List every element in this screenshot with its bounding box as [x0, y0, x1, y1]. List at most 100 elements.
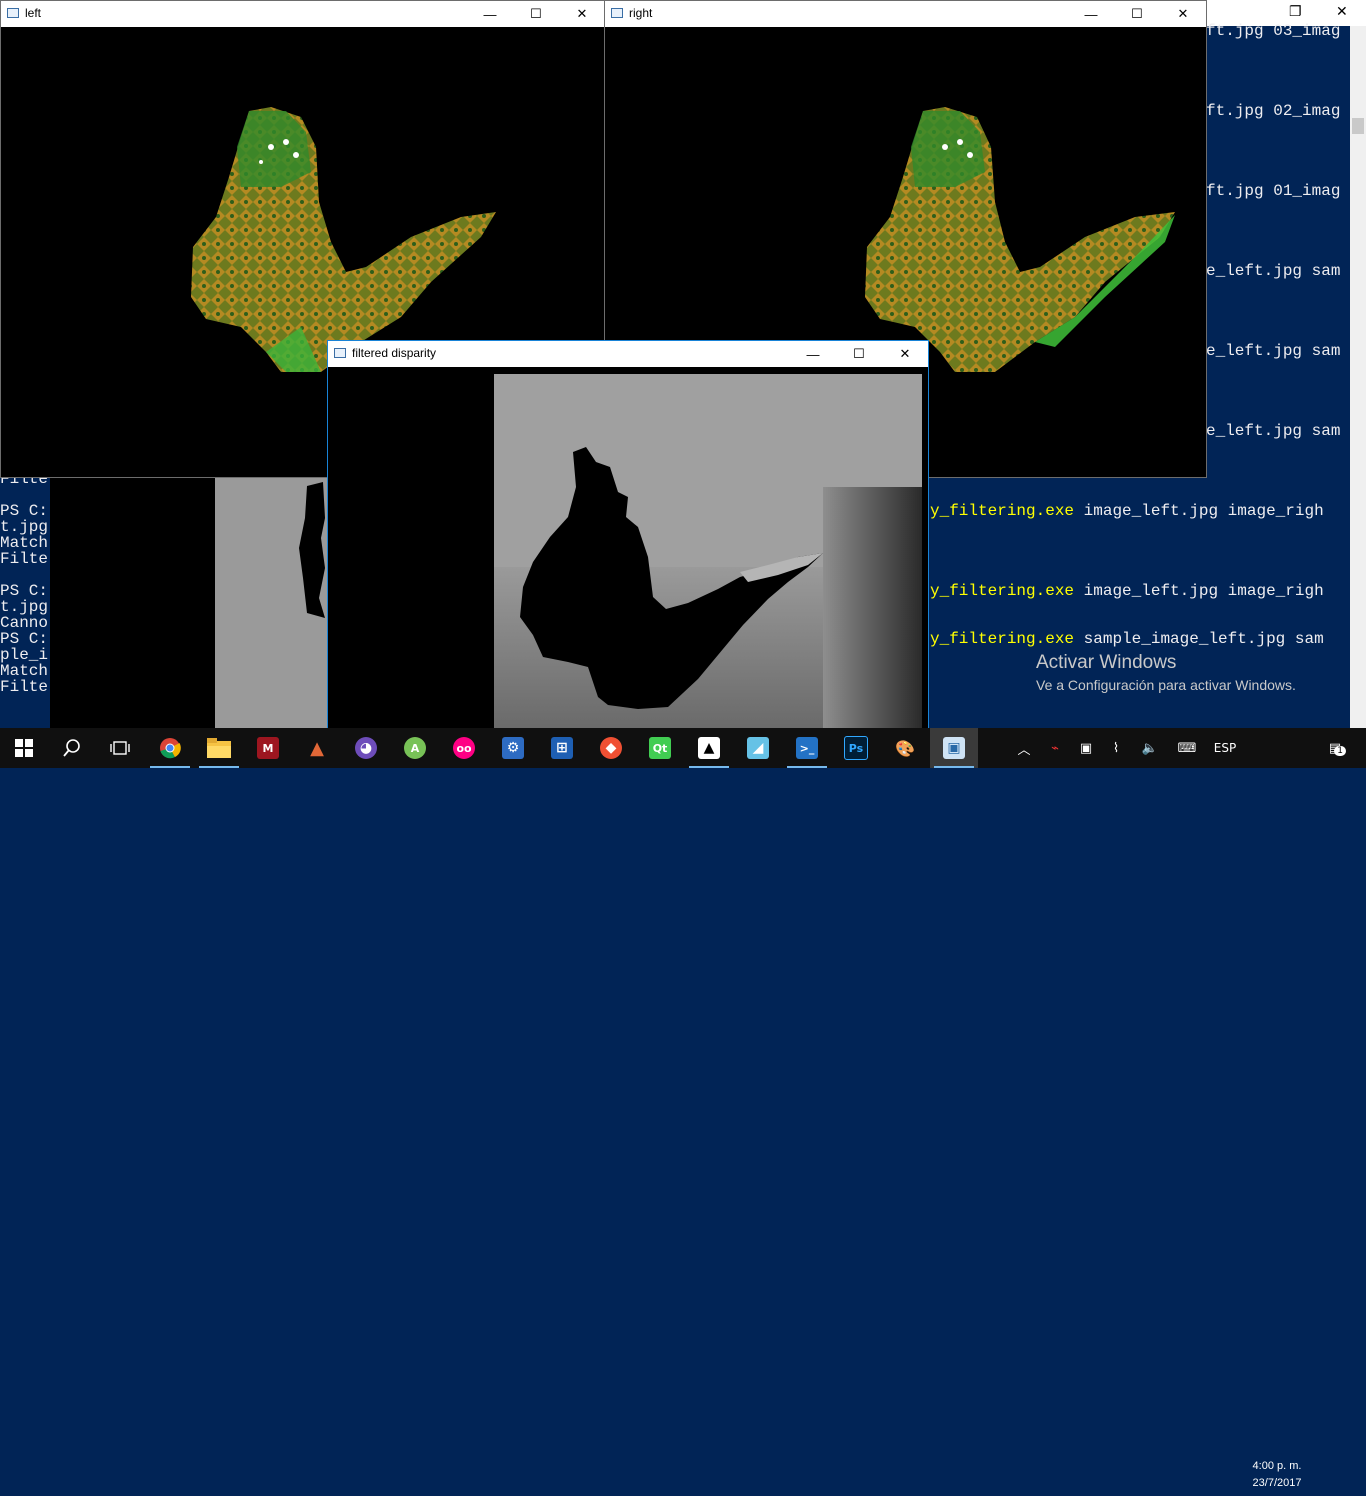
git-icon: ◆	[600, 737, 622, 759]
exe-args: sample_image_left.jpg sam	[1074, 630, 1324, 648]
window-title: left	[25, 6, 42, 20]
close-button[interactable]: ✕	[1160, 1, 1206, 27]
chrome-icon	[160, 738, 181, 759]
taskbar-app-powershell[interactable]: >_	[783, 728, 831, 768]
taskbar-app-network[interactable]: ⚙	[489, 728, 537, 768]
volume-tray-icon[interactable]: 🔈	[1138, 728, 1162, 768]
action-center-button[interactable]: ▤ 1	[1318, 728, 1352, 768]
wifi-tray-icon[interactable]: ⌇	[1104, 728, 1128, 768]
taskbar-app-chrome[interactable]	[146, 728, 194, 768]
taskbar-app-flickr[interactable]: oo	[440, 728, 488, 768]
scrollbar-thumb[interactable]	[1352, 118, 1364, 134]
notes-app-icon: ◢	[747, 737, 769, 759]
filtered-disparity-window[interactable]: filtered disparity — ☐ ✕	[327, 340, 929, 730]
console-line: e_left.jpg sam	[1206, 262, 1341, 280]
window-title: filtered disparity	[352, 346, 437, 360]
window-app-icon	[611, 8, 623, 18]
console-line: ft.jpg 02_imag	[1206, 102, 1341, 120]
console-line: PS C:	[0, 630, 49, 648]
taskbar-app-matlab[interactable]: ▲	[293, 728, 341, 768]
console-command-line: y_filtering.exe sample_image_left.jpg sa…	[930, 631, 1324, 647]
minimize-button[interactable]: —	[1068, 1, 1114, 27]
console-line: Canno	[0, 614, 49, 632]
taskbar-app-photos[interactable]: ▲	[685, 728, 733, 768]
close-button[interactable]: ✕	[882, 341, 928, 367]
exe-name: y_filtering.exe	[930, 502, 1075, 520]
exe-name: y_filtering.exe	[930, 582, 1075, 600]
console-line: PS C:	[0, 582, 49, 600]
minimize-button[interactable]: —	[467, 1, 513, 27]
taskbar-app-opencv-window[interactable]: ▣	[930, 728, 978, 768]
clock-date: 23/7/2017	[1252, 1477, 1302, 1489]
taskbar-app-git[interactable]: ◆	[587, 728, 635, 768]
console-line: t.jpg	[0, 598, 49, 616]
close-button[interactable]: ✕	[559, 1, 605, 27]
exe-args: image_left.jpg image_righ	[1074, 582, 1324, 600]
powershell-icon: >_	[796, 737, 818, 759]
android-studio-icon: A	[404, 737, 426, 759]
taskbar-app-android-studio[interactable]: A	[391, 728, 439, 768]
taskbar-app-notes[interactable]: ◢	[734, 728, 782, 768]
console-line: Filte	[0, 550, 49, 568]
console-line: Match	[0, 534, 49, 552]
chevron-up-icon: ︿	[1017, 742, 1031, 758]
device-tray-icon[interactable]: ▣	[1074, 728, 1098, 768]
background-disparity-window	[50, 478, 328, 728]
close-icon[interactable]: ✕	[1336, 3, 1348, 20]
taskbar-app-remote[interactable]: ⊞	[538, 728, 586, 768]
clock[interactable]: 4:00 p. m. 23/7/2017	[1246, 1456, 1308, 1496]
restore-icon[interactable]: ❐	[1289, 3, 1302, 20]
windows-logo-icon	[15, 739, 33, 757]
qt-creator-icon: Qt	[649, 737, 671, 759]
maximize-button[interactable]: ☐	[836, 341, 882, 367]
console-line: ple_i	[0, 646, 49, 664]
exe-name: y_filtering.exe	[930, 630, 1075, 648]
taskbar: M ▲ ◕ A oo ⚙ ⊞ ◆ Qt ▲ ◢ >_ Ps 🎨 ▣ ︿ ⌁ ▣ …	[0, 728, 1366, 1489]
notification-count-badge: 1	[1334, 746, 1346, 756]
window-titlebar[interactable]: right — ☐ ✕	[605, 1, 1206, 27]
console-line: e_left.jpg sam	[1206, 342, 1341, 360]
taskbar-app-file-explorer[interactable]	[195, 728, 243, 768]
maximize-button[interactable]: ☐	[513, 1, 559, 27]
taskbar-app-qt-creator[interactable]: Qt	[636, 728, 684, 768]
photos-icon: ▲	[698, 737, 720, 759]
keyboard-tray-icon[interactable]: ⌨	[1172, 728, 1202, 768]
remote-app-icon: ⊞	[551, 737, 573, 759]
clock-time: 4:00 p. m.	[1252, 1460, 1302, 1472]
language-indicator[interactable]: ESP	[1210, 728, 1240, 768]
taskbar-app-github[interactable]: ◕	[342, 728, 390, 768]
folder-icon	[207, 738, 231, 758]
disparity-canvas	[328, 367, 928, 729]
window-titlebar[interactable]: filtered disparity — ☐ ✕	[328, 341, 928, 367]
task-view-button[interactable]	[96, 728, 144, 768]
network-app-icon: ⚙	[502, 737, 524, 759]
console-line: PS C:	[0, 502, 49, 520]
matlab-icon: ▲	[310, 737, 324, 759]
console-line: Match	[0, 662, 49, 680]
acrobat-tray-icon[interactable]: ⌁	[1043, 728, 1067, 768]
activation-title: Activar Windows	[1036, 652, 1177, 673]
taskbar-app-mendeley[interactable]: M	[244, 728, 292, 768]
window-title: right	[629, 6, 653, 20]
mendeley-icon: M	[257, 737, 279, 759]
maximize-button[interactable]: ☐	[1114, 1, 1160, 27]
activation-subtitle: Ve a Configuración para activar Windows.	[1036, 677, 1296, 693]
taskbar-app-paint[interactable]: 🎨	[881, 728, 929, 768]
minimize-button[interactable]: —	[790, 341, 836, 367]
start-button[interactable]	[0, 728, 48, 768]
search-icon	[63, 739, 80, 757]
window-app-icon	[7, 8, 19, 18]
window-titlebar[interactable]: left — ☐ ✕	[1, 1, 605, 27]
task-view-icon	[110, 741, 130, 755]
console-line: ft.jpg 03_imag	[1206, 22, 1341, 40]
github-icon: ◕	[355, 737, 377, 759]
search-button[interactable]	[48, 728, 96, 768]
show-hidden-icons-button[interactable]: ︿	[1012, 728, 1036, 768]
console-command-line: y_filtering.exe image_left.jpg image_rig…	[930, 583, 1324, 599]
exe-args: image_left.jpg image_righ	[1074, 502, 1324, 520]
console-command-line: y_filtering.exe image_left.jpg image_rig…	[930, 503, 1324, 519]
taskbar-app-photoshop[interactable]: Ps	[832, 728, 880, 768]
disparity-map	[494, 374, 922, 729]
console-line: ft.jpg 01_imag	[1206, 182, 1341, 200]
photoshop-icon: Ps	[844, 736, 868, 760]
